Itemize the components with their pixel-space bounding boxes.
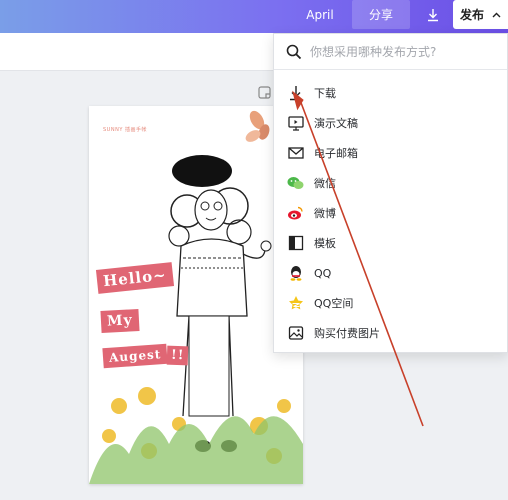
top-toolbar: April 分享 发布	[0, 0, 508, 33]
download-button[interactable]	[418, 0, 448, 29]
publish-label: 发布	[459, 8, 484, 22]
share-button[interactable]: 分享	[352, 0, 410, 29]
download-icon	[428, 8, 438, 21]
weibo-icon	[288, 206, 303, 220]
presentation-icon	[287, 116, 304, 131]
illustration-artwork	[89, 110, 303, 484]
project-name-button[interactable]: April	[296, 0, 344, 29]
brand-logo-text: SUNNY 插画手帐	[103, 127, 147, 133]
menu-item-qzone[interactable]: QQ空间	[274, 288, 507, 318]
qzone-icon	[288, 296, 303, 310]
design-canvas-page[interactable]: SUNNY 插画手帐 Hello~ My Augest !!	[89, 106, 303, 484]
publish-menu-list: 下载 演示文稿 电子邮箱 微信 微博 模板 QQ QQ空间 购买付费图片	[274, 78, 507, 348]
exclamation-sticker[interactable]: !!	[166, 345, 189, 366]
menu-item-label: QQ	[314, 266, 332, 280]
menu-item-weibo[interactable]: 微博	[274, 198, 507, 228]
publish-dropdown: 下载 演示文稿 电子邮箱 微信 微博 模板 QQ QQ空间	[273, 33, 508, 353]
template-icon	[288, 235, 303, 251]
menu-item-wechat[interactable]: 微信	[274, 168, 507, 198]
qq-icon	[290, 266, 301, 281]
search-icon	[286, 44, 302, 59]
menu-item-label: 微博	[314, 207, 336, 220]
menu-item-presentation[interactable]: 演示文稿	[274, 108, 507, 138]
publish-search-input[interactable]	[310, 44, 500, 59]
wechat-icon	[287, 177, 304, 189]
menu-item-label: 微信	[314, 177, 336, 190]
menu-item-label: QQ空间	[314, 297, 354, 310]
menu-item-label: 电子邮箱	[314, 147, 358, 160]
menu-item-qq[interactable]: QQ	[274, 258, 507, 288]
menu-item-label: 模板	[314, 237, 336, 250]
menu-item-download[interactable]: 下载	[274, 78, 507, 108]
image-icon	[288, 326, 303, 340]
download-icon	[289, 86, 302, 101]
my-sticker[interactable]: My	[100, 309, 140, 333]
menu-item-email[interactable]: 电子邮箱	[274, 138, 507, 168]
publish-search-row	[274, 34, 507, 70]
email-icon	[287, 147, 304, 159]
publish-button[interactable]: 发布	[453, 0, 508, 29]
menu-item-label: 下载	[314, 87, 336, 100]
menu-item-label: 演示文稿	[314, 117, 358, 130]
menu-item-label: 购买付费图片	[314, 327, 380, 340]
menu-item-buy-images[interactable]: 购买付费图片	[274, 318, 507, 348]
menu-item-template[interactable]: 模板	[274, 228, 507, 258]
chevron-up-icon	[492, 12, 501, 17]
page-note-icon[interactable]	[258, 86, 271, 99]
